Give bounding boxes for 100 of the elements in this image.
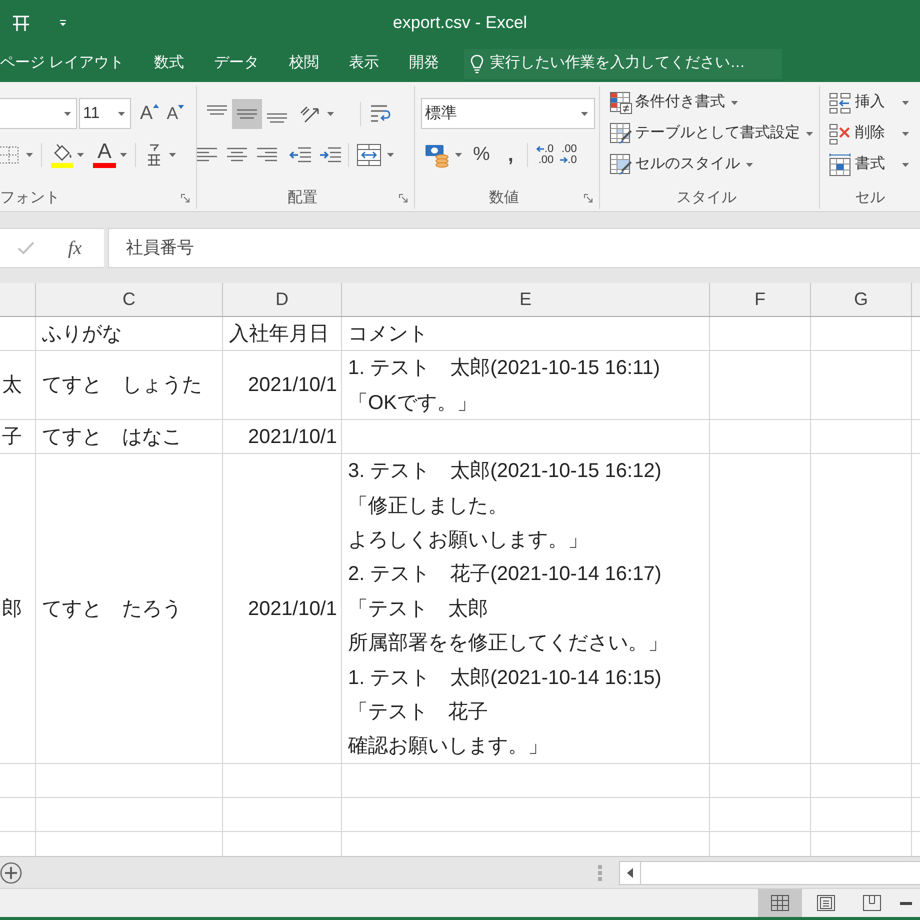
group-label: 配置 (288, 188, 318, 208)
dialog-launcher-icon[interactable] (181, 194, 190, 202)
ribbon-tab[interactable]: 校閲 (274, 45, 334, 82)
group-label: セル (855, 188, 885, 208)
caret-icon[interactable] (118, 112, 125, 116)
ribbon-menu-button[interactable]: テーブルとして書式設定 (600, 118, 819, 149)
shrink-font-button[interactable]: A (166, 105, 184, 122)
caret-icon[interactable] (64, 112, 71, 116)
ribbon-menu-button[interactable]: セルのスタイル (600, 149, 819, 180)
caret-icon[interactable] (327, 112, 334, 116)
border-icon[interactable] (0, 144, 20, 164)
caret-icon[interactable] (387, 152, 394, 156)
cell-text-line: 1. テスト 太郎(2021-10-15 16:11) (348, 356, 660, 382)
align-bottom-icon (267, 112, 287, 122)
ribbon-tab[interactable]: 数式 (139, 45, 200, 82)
minus-icon[interactable] (900, 902, 912, 904)
outdent-icon[interactable] (289, 146, 311, 164)
column-header[interactable]: D (223, 283, 342, 316)
align-right-icon[interactable] (257, 146, 277, 162)
ribbon-menu-button[interactable]: 書式 (820, 149, 920, 180)
caret-icon[interactable] (731, 100, 738, 104)
cell-text-line: 「修正しました。 (348, 494, 508, 519)
increase-decimal-button[interactable]: .0 .00 (536, 144, 554, 166)
insert-cells-icon[interactable] (829, 92, 851, 114)
format-cells-icon[interactable] (829, 152, 851, 176)
comma-button[interactable]: , (508, 144, 514, 164)
drag-handle-icon[interactable] (598, 864, 602, 880)
vertical-align-button[interactable] (232, 98, 262, 128)
triangle-down-icon (178, 105, 184, 109)
percent-button[interactable]: % (473, 145, 490, 164)
merge-cells-icon[interactable] (357, 144, 381, 166)
table-cell: 子 (0, 420, 36, 453)
triangle-left-icon (627, 868, 633, 878)
insert-function-button[interactable]: fx (68, 238, 82, 258)
caret-icon[interactable] (806, 132, 813, 136)
table-cell: 太 (0, 351, 36, 419)
caret-icon[interactable] (902, 162, 909, 166)
scroll-left-button[interactable] (619, 860, 641, 884)
grow-font-button[interactable]: A (140, 104, 159, 123)
dialog-launcher-icon[interactable] (584, 194, 593, 202)
caret-icon[interactable] (59, 18, 67, 26)
cell-text-line: 「テスト 太郎 (348, 596, 488, 622)
indent-icon[interactable] (319, 146, 341, 164)
group-label: スタイル (676, 188, 736, 208)
align-center-icon[interactable] (227, 146, 247, 162)
cell-text-line: 「テスト 花子 (348, 700, 488, 725)
column-header[interactable]: C (36, 283, 223, 316)
cell-text-line: 確認お願いします。」 (348, 734, 548, 760)
table-format-icon[interactable] (610, 122, 632, 144)
conditional-format-icon[interactable] (610, 92, 632, 114)
ribbon-tab[interactable]: 表示 (334, 45, 394, 82)
wrap-text-icon[interactable] (369, 102, 391, 124)
caret-icon[interactable] (746, 162, 753, 166)
lightbulb-icon[interactable] (470, 54, 484, 74)
column-header[interactable]: G (811, 283, 912, 316)
align-top-icon (207, 104, 227, 114)
cell-style-icon[interactable] (610, 154, 632, 176)
column-header[interactable]: F (710, 283, 811, 316)
table-cell: てすと たろう (36, 454, 223, 763)
search-field[interactable]: 実行したい作業を入力してください… (464, 48, 782, 78)
ribbon-tab[interactable]: ページ レイアウト (0, 45, 140, 82)
cell-text-line: よろしくお願いします。」 (348, 528, 588, 553)
table-cell: 2021/10/1 (223, 420, 342, 453)
check-icon[interactable] (17, 241, 35, 255)
caret-icon[interactable] (581, 112, 588, 116)
ribbon-menu-button[interactable]: 削除 (820, 118, 920, 149)
caret-icon[interactable] (120, 152, 127, 156)
caret-icon[interactable] (169, 152, 176, 156)
ribbon-tab[interactable]: データ (199, 45, 274, 82)
decrease-decimal-button[interactable]: .00 .0 (560, 144, 577, 166)
add-sheet-icon[interactable] (0, 862, 22, 884)
caret-icon[interactable] (77, 152, 84, 156)
dialog-launcher-icon[interactable] (399, 194, 408, 202)
grid-icon (771, 895, 789, 911)
table-cell: 郎 (0, 454, 36, 763)
table-cell: 2021/10/1 (223, 454, 342, 763)
grid-icon[interactable] (11, 12, 31, 32)
page-break-icon (863, 895, 881, 911)
delete-cells-icon[interactable] (829, 122, 851, 144)
cell-text-line: 3. テスト 太郎(2021-10-15 16:12) (348, 459, 662, 484)
font-size-field[interactable]: 11 (79, 98, 131, 129)
caret-icon[interactable] (455, 152, 462, 156)
font-name-field[interactable] (0, 98, 77, 129)
caret-icon[interactable] (26, 152, 33, 156)
align-left-icon[interactable] (197, 146, 217, 162)
ribbon-menu-button[interactable]: 条件付き書式 (600, 87, 819, 118)
ribbon-menu-button[interactable]: 挿入 (820, 87, 920, 118)
formula-field[interactable]: 社員番号 (108, 228, 920, 268)
number-format-field[interactable]: 標準 (421, 98, 595, 129)
view-button[interactable] (758, 889, 802, 917)
table-cell: 2021/10/1 (223, 351, 342, 419)
table-cell: 入社年月日 (223, 317, 342, 350)
column-header[interactable]: E (342, 283, 710, 316)
caret-icon[interactable] (902, 132, 909, 136)
ruby-icon[interactable] (145, 142, 163, 166)
font-color-button[interactable]: A (93, 141, 116, 168)
group-label: 数値 (489, 188, 519, 208)
caret-icon[interactable] (902, 100, 909, 104)
ribbon-tab[interactable]: 開発 (394, 45, 454, 82)
paint-bucket-icon[interactable] (51, 142, 73, 168)
